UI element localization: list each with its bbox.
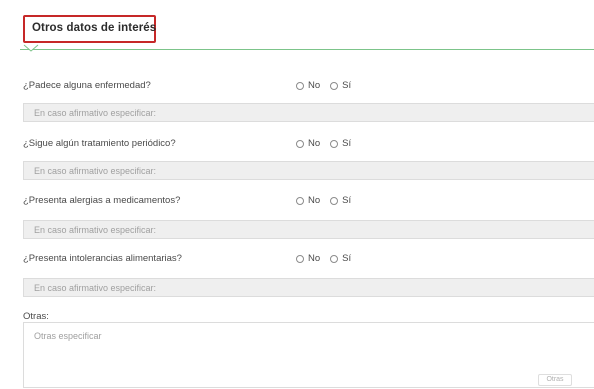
radio-circle-icon[interactable] (296, 81, 304, 90)
radio-circle-icon[interactable] (296, 139, 304, 148)
radio-no-enfermedad[interactable]: No (296, 80, 320, 91)
radio-label-no: No (308, 253, 321, 264)
radio-label-no: No (308, 80, 321, 91)
specify-input-tratamiento[interactable]: En caso afirmativo especificar: (23, 161, 594, 180)
section-title: Otros datos de interés (32, 22, 157, 34)
radio-si-tratamiento[interactable]: Sí (330, 138, 351, 149)
question-label-enfermedad: ¿Padece alguna enfermedad? (23, 80, 151, 91)
otras-badge: Otras (538, 374, 572, 386)
radio-circle-icon[interactable] (296, 254, 304, 263)
question-label-intolerancias: ¿Presenta intolerancias alimentarias? (23, 253, 182, 264)
radio-label-si: Sí (342, 253, 352, 264)
radio-group-intolerancias: No Sí (296, 253, 361, 264)
radio-group-alergias: No Sí (296, 195, 361, 206)
radio-si-enfermedad[interactable]: Sí (330, 80, 351, 91)
radio-circle-icon[interactable] (330, 139, 339, 148)
section-divider (20, 49, 594, 50)
radio-no-tratamiento[interactable]: No (296, 138, 320, 149)
radio-group-tratamiento: No Sí (296, 138, 361, 149)
radio-label-si: Sí (342, 80, 352, 91)
radio-circle-icon[interactable] (330, 254, 339, 263)
radio-no-alergias[interactable]: No (296, 195, 320, 206)
input-placeholder: En caso afirmativo especificar: (34, 108, 157, 118)
radio-circle-icon[interactable] (330, 81, 339, 90)
radio-no-intolerancias[interactable]: No (296, 253, 320, 264)
radio-circle-icon[interactable] (330, 196, 339, 205)
specify-input-intolerancias[interactable]: En caso afirmativo especificar: (23, 278, 594, 297)
specify-input-enfermedad[interactable]: En caso afirmativo especificar: (23, 103, 594, 122)
question-label-alergias: ¿Presenta alergias a medicamentos? (23, 195, 181, 206)
otras-label: Otras: (23, 311, 49, 322)
radio-label-no: No (308, 195, 321, 206)
section-title-box: Otros datos de interés (23, 15, 156, 43)
radio-label-si: Sí (342, 138, 352, 149)
section-header: Otros datos de interés (20, 14, 594, 52)
radio-circle-icon[interactable] (296, 196, 304, 205)
radio-group-enfermedad: No Sí (296, 80, 361, 91)
otras-textarea[interactable]: Otras especificar Otras (23, 322, 594, 388)
input-placeholder: En caso afirmativo especificar: (34, 225, 157, 235)
chevron-down-icon (23, 44, 39, 52)
input-placeholder: En caso afirmativo especificar: (34, 166, 157, 176)
input-placeholder: En caso afirmativo especificar: (34, 283, 157, 293)
question-label-tratamiento: ¿Sigue algún tratamiento periódico? (23, 138, 176, 149)
radio-si-intolerancias[interactable]: Sí (330, 253, 351, 264)
radio-label-si: Sí (342, 195, 352, 206)
textarea-placeholder: Otras especificar (34, 331, 102, 341)
specify-input-alergias[interactable]: En caso afirmativo especificar: (23, 220, 594, 239)
radio-si-alergias[interactable]: Sí (330, 195, 351, 206)
radio-label-no: No (308, 138, 321, 149)
